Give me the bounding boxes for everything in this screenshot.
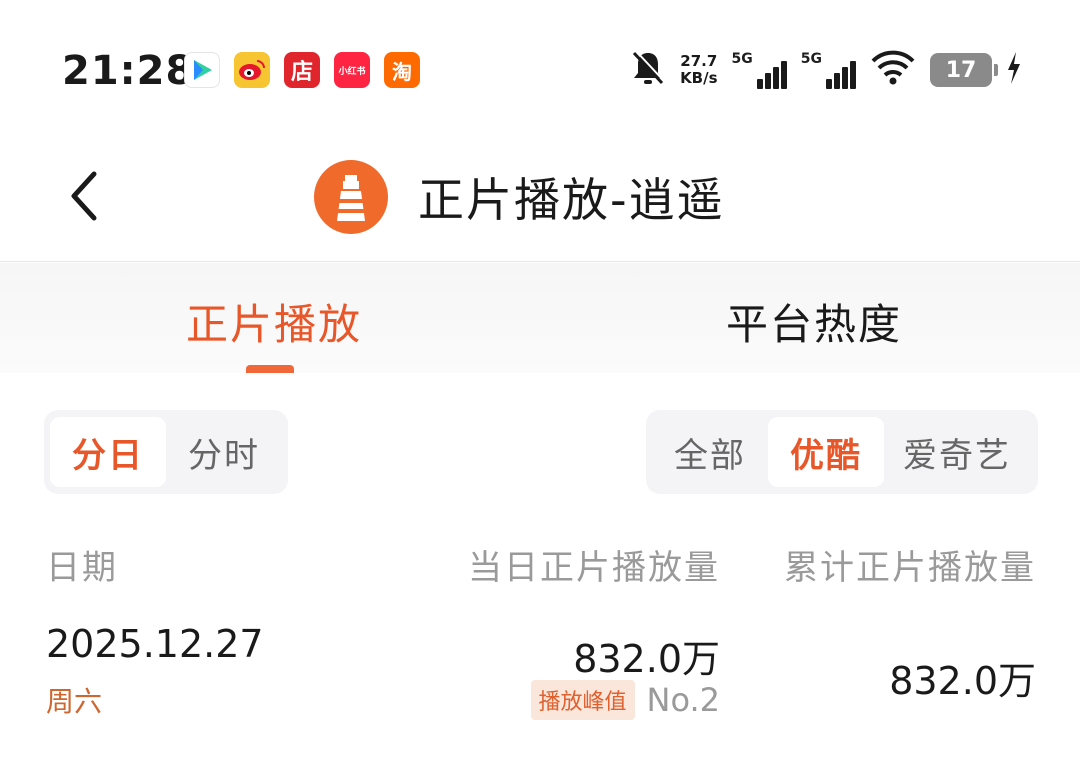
granularity-option-daily[interactable]: 分日 bbox=[50, 417, 166, 487]
lighthouse-logo-icon bbox=[314, 160, 388, 234]
weibo-icon bbox=[234, 52, 270, 88]
page-header: 正片播放-逍遥 bbox=[0, 140, 1080, 262]
wifi-icon bbox=[870, 50, 916, 90]
bell-muted-icon bbox=[630, 49, 666, 91]
network-speed: 27.7 KB/s bbox=[680, 53, 717, 87]
platform-option-youku[interactable]: 优酷 bbox=[768, 417, 884, 487]
row-daily-plays: 832.0万 bbox=[573, 637, 720, 681]
column-header-daily-plays: 当日正片播放量 bbox=[468, 548, 720, 588]
signal-label: 5G bbox=[800, 51, 822, 67]
status-indicators: 27.7 KB/s 5G 5G 17 bbox=[630, 48, 1022, 92]
peak-badge: 播放峰值 bbox=[530, 680, 635, 720]
page-title: 正片播放-逍遥 bbox=[418, 173, 725, 227]
row-total-plays: 832.0万 bbox=[889, 659, 1036, 703]
signal-5g-icon-2: 5G bbox=[801, 51, 856, 89]
back-button[interactable] bbox=[58, 166, 108, 226]
status-time: 21:28 bbox=[62, 48, 195, 94]
row-weekday: 周六 bbox=[46, 685, 103, 718]
xiaohongshu-icon: 小红书 bbox=[334, 52, 370, 88]
status-bar: 21:28 店 小红书 淘 27.7 KB/s 5G 5G 17 bbox=[0, 0, 1080, 140]
signal-label: 5G bbox=[731, 51, 753, 67]
charging-icon bbox=[1006, 52, 1022, 88]
chevron-left-icon bbox=[71, 171, 97, 221]
taobao-icon: 淘 bbox=[384, 52, 420, 88]
title-group: 正片播放-逍遥 bbox=[314, 160, 725, 234]
active-tab-indicator bbox=[246, 365, 294, 373]
notification-app-icons: 店 小红书 淘 bbox=[184, 52, 420, 88]
tab-platform-heat[interactable]: 平台热度 bbox=[726, 291, 902, 352]
granularity-option-hourly[interactable]: 分时 bbox=[166, 417, 282, 487]
tab-main-play[interactable]: 正片播放 bbox=[186, 291, 362, 352]
network-speed-value: 27.7 bbox=[680, 52, 718, 70]
row-date: 2025.12.27 bbox=[46, 622, 264, 666]
shop-app-icon: 店 bbox=[284, 52, 320, 88]
peak-indicator: 播放峰值 No.2 bbox=[530, 680, 720, 720]
platform-option-all[interactable]: 全部 bbox=[652, 417, 768, 487]
battery-indicator: 17 bbox=[930, 53, 998, 87]
network-speed-unit: KB/s bbox=[680, 69, 718, 87]
column-header-date: 日期 bbox=[46, 548, 118, 588]
signal-5g-icon-1: 5G bbox=[732, 51, 787, 89]
platform-option-iqiyi[interactable]: 爱奇艺 bbox=[884, 417, 1030, 487]
video-app-icon bbox=[184, 52, 220, 88]
column-header-total-plays: 累计正片播放量 bbox=[784, 548, 1036, 588]
granularity-toggle: 分日 分时 bbox=[44, 410, 288, 494]
peak-rank: No.2 bbox=[646, 681, 720, 719]
tab-bar: 正片播放 平台热度 bbox=[0, 263, 1080, 373]
platform-toggle: 全部 优酷 爱奇艺 bbox=[646, 410, 1038, 494]
